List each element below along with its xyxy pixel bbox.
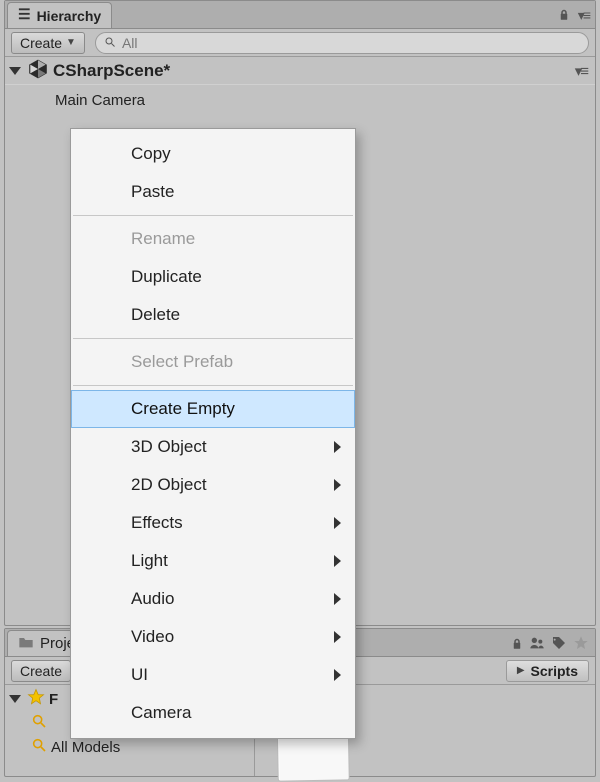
chevron-down-icon: ▼: [66, 37, 76, 48]
context-menu-item-camera[interactable]: Camera: [71, 694, 355, 732]
hierarchy-tab-strip: ☰ Hierarchy ▾≡: [5, 1, 595, 29]
context-menu-item-label: UI: [131, 665, 148, 685]
scene-row[interactable]: CSharpScene* ▾≡: [5, 57, 595, 85]
context-menu-separator: [73, 385, 353, 386]
project-right-icons: [511, 635, 589, 656]
context-menu-item-paste[interactable]: Paste: [71, 173, 355, 211]
search-icon: [104, 35, 116, 51]
lock-icon[interactable]: [511, 637, 523, 655]
chevron-right-icon: [334, 669, 341, 681]
context-menu-item-label: 3D Object: [131, 437, 207, 457]
hierarchy-body: Main Camera: [5, 85, 595, 115]
chevron-right-icon: [334, 479, 341, 491]
breadcrumb-label: Scripts: [531, 663, 578, 679]
context-menu-item-2d-object[interactable]: 2D Object: [71, 466, 355, 504]
star-icon[interactable]: [573, 635, 589, 656]
tab-right-controls: ▾≡: [558, 7, 589, 24]
search-icon: [31, 737, 47, 757]
chevron-right-icon: [334, 517, 341, 529]
context-menu-item-label: Rename: [131, 229, 195, 249]
context-menu-item-label: Delete: [131, 305, 180, 325]
context-menu-item-ui[interactable]: UI: [71, 656, 355, 694]
scene-name: CSharpScene*: [53, 61, 170, 81]
scene-options-icon[interactable]: ▾≡: [575, 62, 587, 80]
hierarchy-toolbar: Create ▼ All: [5, 29, 595, 57]
hierarchy-search-input[interactable]: All: [95, 32, 589, 54]
disclosure-triangle-icon[interactable]: [9, 695, 21, 703]
project-create-label: Create: [20, 663, 62, 679]
hierarchy-search-filter: All: [122, 35, 138, 51]
context-menu-separator: [73, 215, 353, 216]
context-menu-item-label: Effects: [131, 513, 183, 533]
hierarchy-tab-label: Hierarchy: [37, 8, 102, 24]
hierarchy-item[interactable]: Main Camera: [5, 89, 595, 111]
context-menu-item-label: Create Empty: [131, 399, 235, 419]
context-menu-item-3d-object[interactable]: 3D Object: [71, 428, 355, 466]
collab-icon[interactable]: [529, 635, 545, 656]
context-menu-item-label: Paste: [131, 182, 174, 202]
hierarchy-create-button[interactable]: Create ▼: [11, 32, 85, 54]
chevron-right-icon: ▶: [517, 665, 525, 676]
hierarchy-icon: ☰: [18, 7, 31, 24]
context-menu-item-label: Camera: [131, 703, 191, 723]
context-menu-item-delete[interactable]: Delete: [71, 296, 355, 334]
context-menu-item-select-prefab: Select Prefab: [71, 343, 355, 381]
hierarchy-create-label: Create: [20, 35, 62, 51]
context-menu-item-create-empty[interactable]: Create Empty: [71, 390, 355, 428]
context-menu-item-effects[interactable]: Effects: [71, 504, 355, 542]
context-menu-item-label: Duplicate: [131, 267, 202, 287]
star-icon: [27, 688, 45, 710]
context-menu: Copy Paste Rename Duplicate Delete Select Pre…: [70, 128, 356, 739]
context-menu-item-copy[interactable]: Copy: [71, 135, 355, 173]
chevron-right-icon: [334, 555, 341, 567]
context-menu-item-label: Video: [131, 627, 174, 647]
context-menu-item-label: Select Prefab: [131, 352, 233, 372]
context-menu-item-video[interactable]: Video: [71, 618, 355, 656]
search-icon: [31, 713, 47, 733]
context-menu-item-duplicate[interactable]: Duplicate: [71, 258, 355, 296]
context-menu-item-audio[interactable]: Audio: [71, 580, 355, 618]
context-menu-item-label: Light: [131, 551, 168, 571]
chevron-right-icon: [334, 593, 341, 605]
context-menu-item-light[interactable]: Light: [71, 542, 355, 580]
breadcrumb[interactable]: ▶ Scripts: [506, 660, 589, 682]
disclosure-triangle-icon[interactable]: [9, 67, 21, 75]
folder-icon: [18, 635, 34, 653]
context-menu-item-label: Copy: [131, 144, 171, 164]
context-menu-separator: [73, 338, 353, 339]
project-create-button[interactable]: Create: [11, 660, 71, 682]
unity-logo-icon: [27, 58, 49, 84]
chevron-right-icon: [334, 631, 341, 643]
chevron-right-icon: [334, 441, 341, 453]
favorites-label: F: [49, 691, 58, 708]
panel-options-icon[interactable]: ▾≡: [578, 7, 589, 24]
favorites-item-label: All Models: [51, 739, 120, 756]
context-menu-item-label: Audio: [131, 589, 174, 609]
label-icon[interactable]: [551, 635, 567, 656]
lock-icon[interactable]: [558, 8, 570, 24]
context-menu-item-label: 2D Object: [131, 475, 207, 495]
context-menu-item-rename: Rename: [71, 220, 355, 258]
tab-hierarchy[interactable]: ☰ Hierarchy: [7, 2, 112, 28]
